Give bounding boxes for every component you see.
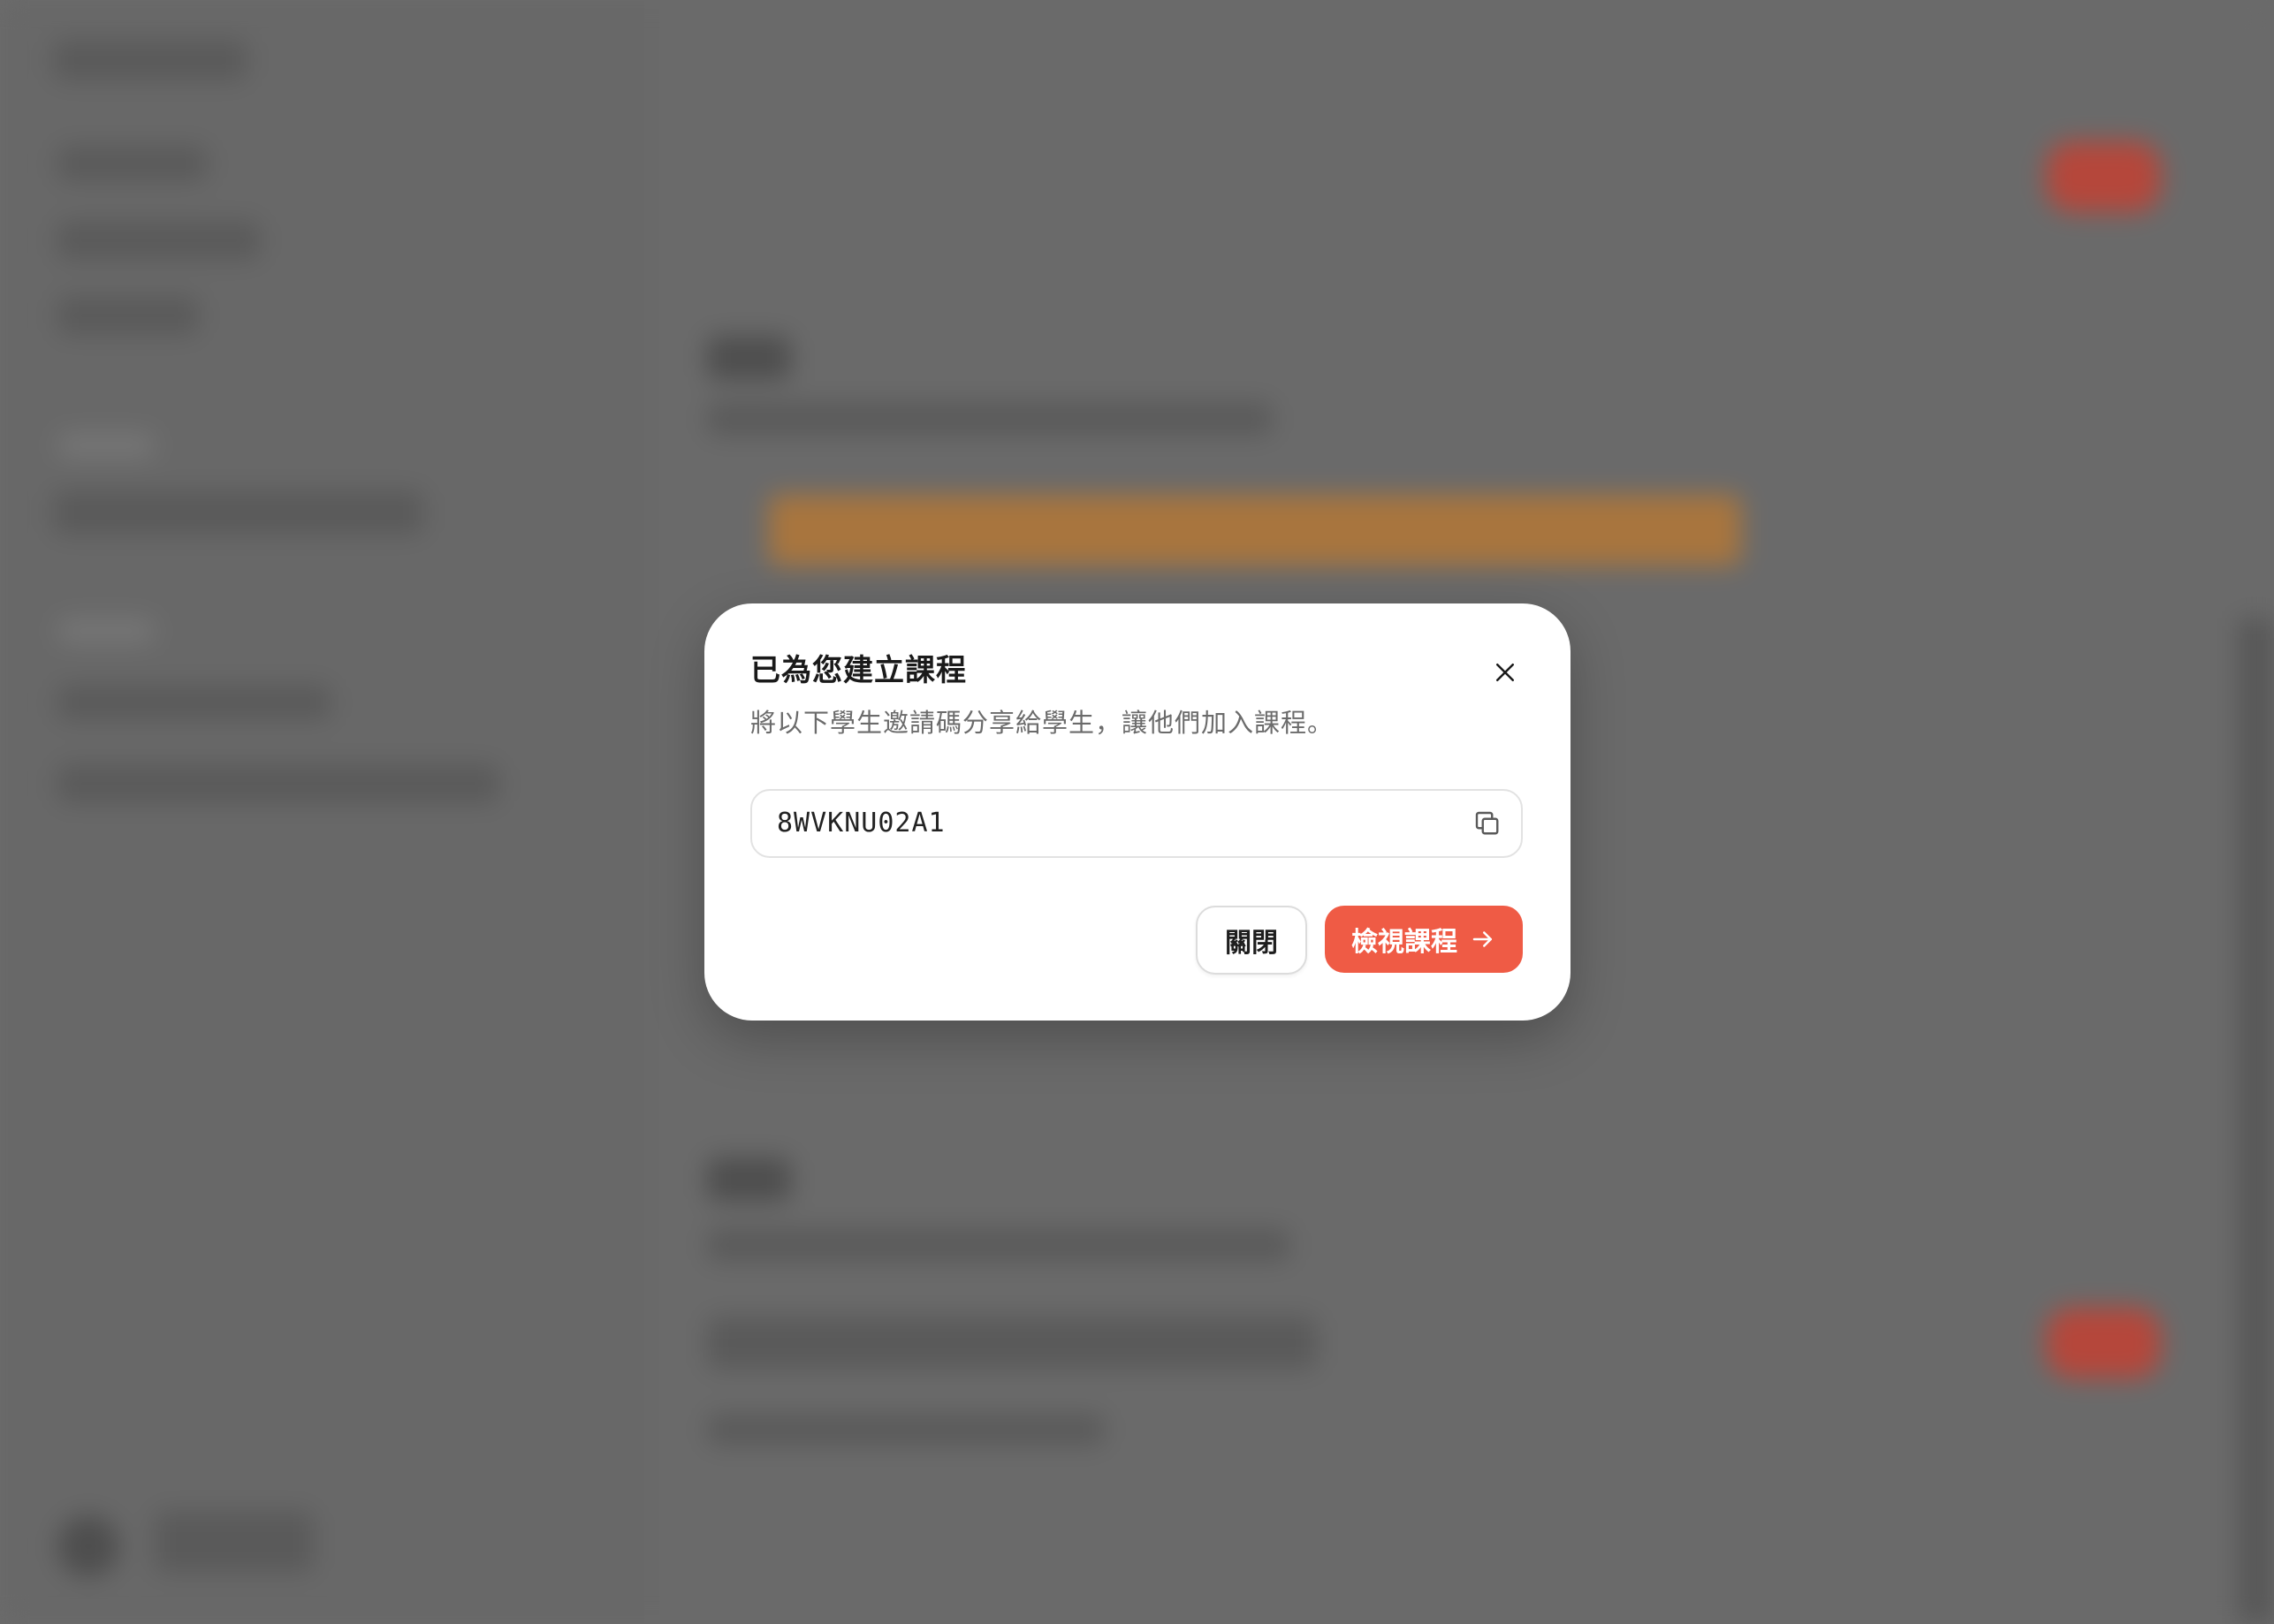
copy-code-button[interactable] [1470,806,1505,841]
view-course-label: 檢視課程 [1351,927,1457,958]
section-heading [707,1157,791,1202]
sidebar-item [57,146,208,181]
app-logo [53,40,247,80]
close-button[interactable]: 關閉 [1196,906,1307,975]
invite-code-value: 8WVKNU02A1 [777,808,946,839]
header-action-button [2046,141,2161,212]
close-dialog-button[interactable] [1482,649,1528,695]
scrollbar [2239,618,2274,1624]
close-icon [1496,664,1514,681]
avatar [57,1515,119,1577]
list-item [707,1317,1317,1370]
section-subtitle [707,1228,1290,1262]
sidebar-item [57,221,261,260]
invite-code-field[interactable]: 8WVKNU02A1 [750,789,1523,858]
sidebar-item [57,764,499,803]
arrow-right-icon [1470,926,1496,952]
course-created-dialog: 已為您建立課程 將以下學生邀請碼分享給學生，讓他們加入課程。 8WVKNU02A… [704,603,1571,1021]
sidebar-item [57,685,331,720]
sidebar [0,0,647,1624]
dialog-description: 將以下學生邀請碼分享給學生，讓他們加入課程。 [750,708,1335,738]
user-name [155,1511,314,1573]
view-course-button[interactable]: 檢視課程 [1325,906,1523,973]
dialog-title: 已為您建立課程 [750,653,967,688]
sidebar-item [57,296,199,335]
section-heading [707,336,791,380]
sidebar-section-label [57,433,155,458]
section-subtitle [707,402,1273,436]
list-action-button [2046,1308,2161,1378]
list-item [707,1414,1105,1446]
notice-banner [769,495,1741,565]
copy-icon [1475,811,1499,835]
sidebar-course-item [53,490,424,535]
sidebar-section-label [57,618,155,643]
